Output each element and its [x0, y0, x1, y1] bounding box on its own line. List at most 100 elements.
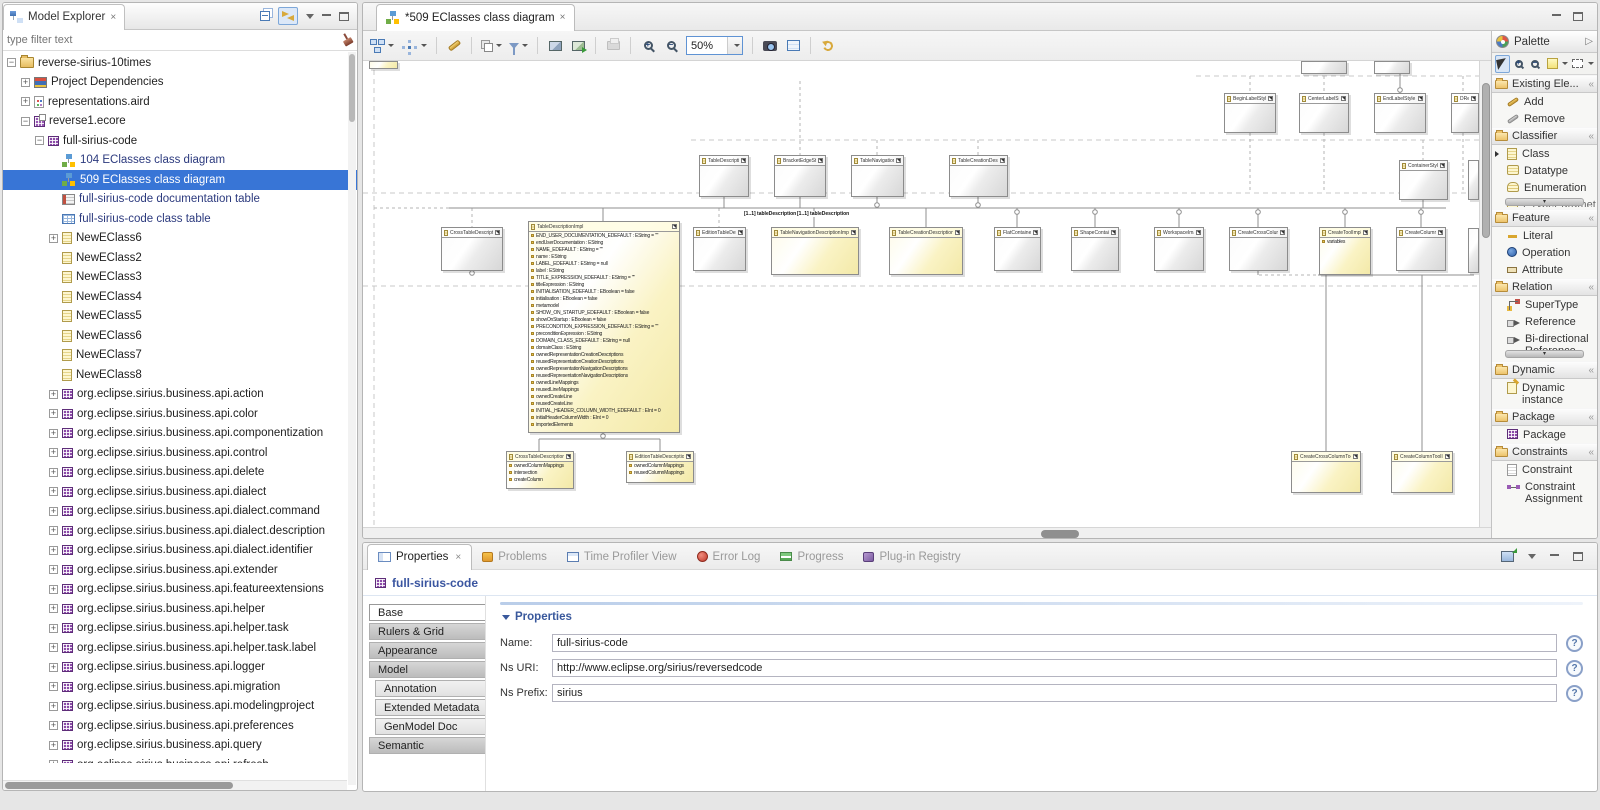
- expand-corner-icon[interactable]: [566, 454, 571, 459]
- tree-item-org-eclipse-sirius-business-api-dialect-command[interactable]: + org.eclipse.sirius.business.api.dialect…: [3, 502, 357, 522]
- palette-scroll-indicator[interactable]: ▾: [1505, 350, 1584, 358]
- class-box-endlabelstyle[interactable]: EndLabelStyle: [1374, 93, 1426, 133]
- class-box-tablenavigationdescription[interactable]: TableNavigationDescription: [851, 155, 904, 197]
- close-icon[interactable]: ×: [110, 12, 116, 23]
- link-note-button[interactable]: [444, 35, 464, 57]
- palette-group-existing-ele[interactable]: Existing Ele... «: [1492, 75, 1597, 93]
- tree-item-reverse-sirius-10times[interactable]: − reverse-sirius-10times: [3, 53, 357, 73]
- palette-item-package[interactable]: Package: [1492, 426, 1597, 443]
- class-box-drepresentation[interactable]: DRepresentation: [1451, 93, 1479, 133]
- chevron-down-icon[interactable]: [1587, 62, 1594, 65]
- section-header[interactable]: Properties: [500, 605, 1583, 627]
- expand-corner-icon[interactable]: [672, 224, 677, 229]
- expand-corner-icon[interactable]: [896, 158, 901, 163]
- marquee-tool[interactable]: [1570, 55, 1585, 73]
- export-image-button[interactable]: [545, 35, 565, 57]
- expand-corner-icon[interactable]: [1280, 230, 1285, 235]
- zoom-in-button[interactable]: [638, 35, 658, 57]
- tree-expander-icon[interactable]: +: [49, 506, 58, 516]
- expand-corner-icon[interactable]: [738, 230, 743, 235]
- tree-expander-icon[interactable]: +: [49, 409, 58, 419]
- property-tab-extended-metadata[interactable]: Extended Metadata: [375, 699, 485, 716]
- tree-expander-icon[interactable]: +: [49, 233, 58, 243]
- arrange-button[interactable]: [369, 35, 396, 57]
- class-box-box[interactable]: [1301, 61, 1347, 74]
- palette-item-dynamic-instance[interactable]: Dynamic instance: [1492, 379, 1597, 408]
- palette-group-feature[interactable]: Feature «: [1492, 209, 1597, 227]
- expand-corner-icon[interactable]: [1353, 454, 1358, 459]
- tree-item-org-eclipse-sirius-business-api-dialect-description[interactable]: + org.eclipse.sirius.business.api.dialect…: [3, 521, 357, 541]
- class-box-tabledescription[interactable]: TableDescription: [699, 155, 749, 197]
- palette-item-enumeration[interactable]: Enumeration: [1492, 179, 1597, 196]
- close-icon[interactable]: ×: [455, 552, 461, 563]
- expand-corner-icon[interactable]: [851, 230, 856, 235]
- tab-progress[interactable]: Progress: [770, 544, 853, 570]
- tree-expander-icon[interactable]: +: [49, 643, 58, 653]
- palette-item-remove[interactable]: Remove: [1492, 110, 1597, 127]
- tree-expander-icon[interactable]: +: [49, 448, 58, 458]
- tree-item-org-eclipse-sirius-business-api-helper[interactable]: + org.eclipse.sirius.business.api.helper: [3, 599, 357, 619]
- tree-expander-icon[interactable]: +: [49, 701, 58, 711]
- expand-corner-icon[interactable]: [955, 230, 960, 235]
- tree-item-org-eclipse-sirius-business-api-action[interactable]: + org.eclipse.sirius.business.api.action: [3, 385, 357, 405]
- tree-item-reverse1-ecore[interactable]: − reverse1.ecore: [3, 112, 357, 132]
- maximize-icon[interactable]: [339, 11, 349, 21]
- expand-corner-icon[interactable]: [1033, 230, 1038, 235]
- clear-filter-icon[interactable]: [340, 32, 355, 47]
- expand-corner-icon[interactable]: [1341, 96, 1346, 101]
- tab-properties[interactable]: Properties ×: [367, 543, 473, 570]
- tree-item-org-eclipse-sirius-business-api-extender[interactable]: + org.eclipse.sirius.business.api.extende…: [3, 560, 357, 580]
- tree-expander-icon[interactable]: −: [35, 136, 44, 146]
- help-icon[interactable]: ?: [1566, 659, 1583, 677]
- palette-item-operation[interactable]: Operation: [1492, 244, 1597, 261]
- palette-item-datatype[interactable]: Datatype: [1492, 162, 1597, 179]
- property-tab-model[interactable]: Model: [369, 661, 485, 678]
- property-tab-base[interactable]: Base: [369, 604, 485, 621]
- tree-expander-icon[interactable]: +: [49, 682, 58, 692]
- class-box-tablenavigationdescriptionimpl[interactable]: TableNavigationDescriptionImpl: [771, 227, 859, 275]
- tree-item-representations-aird[interactable]: + representations.aird: [3, 92, 357, 112]
- field-input-ns-prefix[interactable]: [552, 684, 1557, 702]
- class-box-editiontabledescription[interactable]: EditionTableDescription: [693, 227, 746, 271]
- pin-icon[interactable]: «: [1588, 447, 1594, 458]
- palette-group-classifier[interactable]: Classifier «: [1492, 127, 1597, 145]
- snapshot-button[interactable]: [760, 35, 780, 57]
- expand-corner-icon[interactable]: [1438, 230, 1443, 235]
- canvas-vertical-scrollbar[interactable]: [1479, 61, 1491, 527]
- tree-expander-icon[interactable]: +: [49, 545, 58, 555]
- tab-plug-in-registry[interactable]: Plug-in Registry: [853, 544, 970, 570]
- property-tab-genmodel-doc[interactable]: GenModel Doc: [375, 718, 485, 735]
- flyout-arrow-icon[interactable]: [1495, 151, 1499, 157]
- palette-item-reference[interactable]: Reference: [1492, 313, 1597, 330]
- layers-button[interactable]: [783, 35, 803, 57]
- palette-group-relation[interactable]: Relation «: [1492, 278, 1597, 296]
- class-box-box[interactable]: [1374, 61, 1410, 74]
- tree-item-neweclass2[interactable]: NewEClass2: [3, 248, 357, 268]
- minimize-icon[interactable]: [1550, 553, 1559, 556]
- palette-item-literal[interactable]: Literal: [1492, 227, 1597, 244]
- mag-minus-tool[interactable]: [1528, 55, 1543, 73]
- view-menu-icon[interactable]: [306, 13, 314, 19]
- palette-item-supertype[interactable]: SuperType: [1492, 296, 1597, 313]
- palette-item-constraint-assignment[interactable]: Constraint Assignment: [1492, 478, 1597, 507]
- expand-corner-icon[interactable]: [818, 158, 823, 163]
- class-box-box[interactable]: [369, 61, 398, 69]
- palette-collapse-icon[interactable]: ▷: [1585, 36, 1593, 47]
- class-box-box[interactable]: [1468, 228, 1479, 273]
- tree-item-neweclass6[interactable]: NewEClass6: [3, 326, 357, 346]
- property-tab-rulers-grid[interactable]: Rulers & Grid: [369, 623, 485, 640]
- tree-expander-icon[interactable]: +: [49, 740, 58, 750]
- tree-vertical-scrollbar[interactable]: [348, 52, 356, 785]
- class-box-tabledescriptionimpl[interactable]: TableDescriptionImpl END_USER_DOCUMENTATI…: [528, 221, 680, 433]
- pin-icon[interactable]: «: [1588, 131, 1594, 142]
- tree-item-org-eclipse-sirius-business-api-dialect[interactable]: + org.eclipse.sirius.business.api.dialect: [3, 482, 357, 502]
- minimize-icon[interactable]: [1552, 13, 1561, 16]
- close-icon[interactable]: ×: [560, 12, 566, 23]
- tree-item-full-sirius-code-class-table[interactable]: full-sirius-code class table: [3, 209, 357, 229]
- diagram-canvas[interactable]: BeginLabelStyle CenterLabelStyle EndLabelS…: [363, 61, 1479, 527]
- tab-error-log[interactable]: Error Log: [687, 544, 771, 570]
- property-tab-semantic[interactable]: Semantic: [369, 737, 485, 754]
- refresh-button[interactable]: [818, 35, 838, 57]
- tab-509-eclasses-class-diagram[interactable]: *509 EClasses class diagram ×: [376, 3, 576, 31]
- property-tab-appearance[interactable]: Appearance: [369, 642, 485, 659]
